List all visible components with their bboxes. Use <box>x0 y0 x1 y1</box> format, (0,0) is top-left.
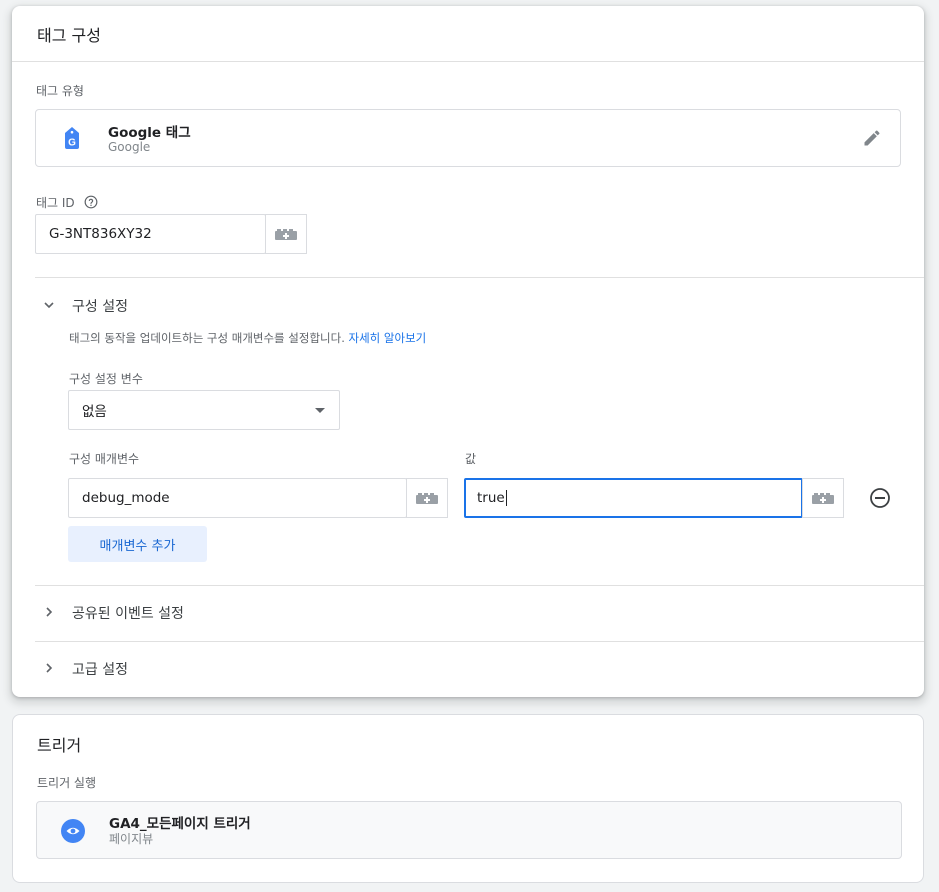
trigger-type: 페이지뷰 <box>109 832 154 846</box>
divider <box>35 585 924 586</box>
tag-type-label: 태그 유형 <box>36 84 84 98</box>
chevron-down-icon <box>42 297 56 311</box>
trigger-item[interactable]: GA4_모든페이지 트리거 페이지뷰 <box>36 801 902 859</box>
tag-id-input[interactable]: G-3NT836XY32 <box>35 214 266 254</box>
param-value-input[interactable]: true <box>464 478 803 518</box>
param-value-text: true <box>477 490 505 506</box>
advanced-settings-header[interactable]: 고급 설정 <box>35 652 924 682</box>
variable-brick-icon <box>416 489 438 508</box>
card-title: 트리거 <box>37 736 82 755</box>
divider <box>35 641 924 642</box>
config-var-value: 없음 <box>82 404 107 420</box>
section-title: 공유된 이벤트 설정 <box>72 606 184 622</box>
trigger-card: 트리거 트리거 실행 GA4_모든페이지 트리거 페이지뷰 <box>12 714 924 883</box>
section-title: 고급 설정 <box>72 662 128 678</box>
tag-id-label: 태그 ID <box>36 196 75 210</box>
variable-picker-button[interactable] <box>802 478 844 518</box>
tag-type-name: Google 태그 <box>108 125 191 141</box>
chevron-right-icon <box>42 604 56 618</box>
dropdown-arrow-icon <box>315 408 325 413</box>
config-var-label: 구성 설정 변수 <box>69 372 143 386</box>
shared-events-header[interactable]: 공유된 이벤트 설정 <box>35 596 924 626</box>
eye-icon <box>61 819 85 843</box>
variable-brick-icon <box>275 225 297 244</box>
text-caret <box>505 490 507 506</box>
card-title: 태그 구성 <box>37 26 101 45</box>
tag-type-provider: Google <box>108 140 151 154</box>
remove-circle-icon[interactable] <box>869 487 891 509</box>
divider <box>12 61 924 62</box>
param-name-input[interactable]: debug_mode <box>68 478 407 518</box>
value-column-label: 값 <box>465 452 477 466</box>
firing-triggers-label: 트리거 실행 <box>37 776 97 790</box>
tag-type-selector[interactable]: G Google 태그 Google <box>35 109 901 167</box>
pencil-icon[interactable] <box>862 128 882 148</box>
learn-more-link[interactable]: 자세히 알아보기 <box>349 331 427 345</box>
variable-brick-icon <box>812 489 834 508</box>
section-title: 구성 설정 <box>72 299 128 315</box>
add-parameter-button[interactable]: 매개변수 추가 <box>68 526 207 562</box>
param-column-label: 구성 매개변수 <box>69 452 140 466</box>
variable-picker-button[interactable] <box>406 478 448 518</box>
config-settings-header[interactable]: 구성 설정 <box>35 288 924 318</box>
google-tag-icon: G <box>62 126 82 152</box>
svg-text:G: G <box>68 138 76 149</box>
trigger-name: GA4_모든페이지 트리거 <box>109 816 251 832</box>
divider <box>35 277 924 278</box>
config-var-select[interactable]: 없음 <box>68 390 340 430</box>
chevron-right-icon <box>42 660 56 674</box>
help-circle-icon[interactable] <box>84 194 98 209</box>
description-text: 태그의 동작을 업데이트하는 구성 매개변수를 설정합니다. <box>69 331 345 345</box>
tag-config-card: 태그 구성 태그 유형 G Google 태그 Google 태그 ID G-3… <box>12 6 924 697</box>
config-description: 태그의 동작을 업데이트하는 구성 매개변수를 설정합니다. 자세히 알아보기 <box>69 330 426 346</box>
variable-picker-button[interactable] <box>265 214 307 254</box>
